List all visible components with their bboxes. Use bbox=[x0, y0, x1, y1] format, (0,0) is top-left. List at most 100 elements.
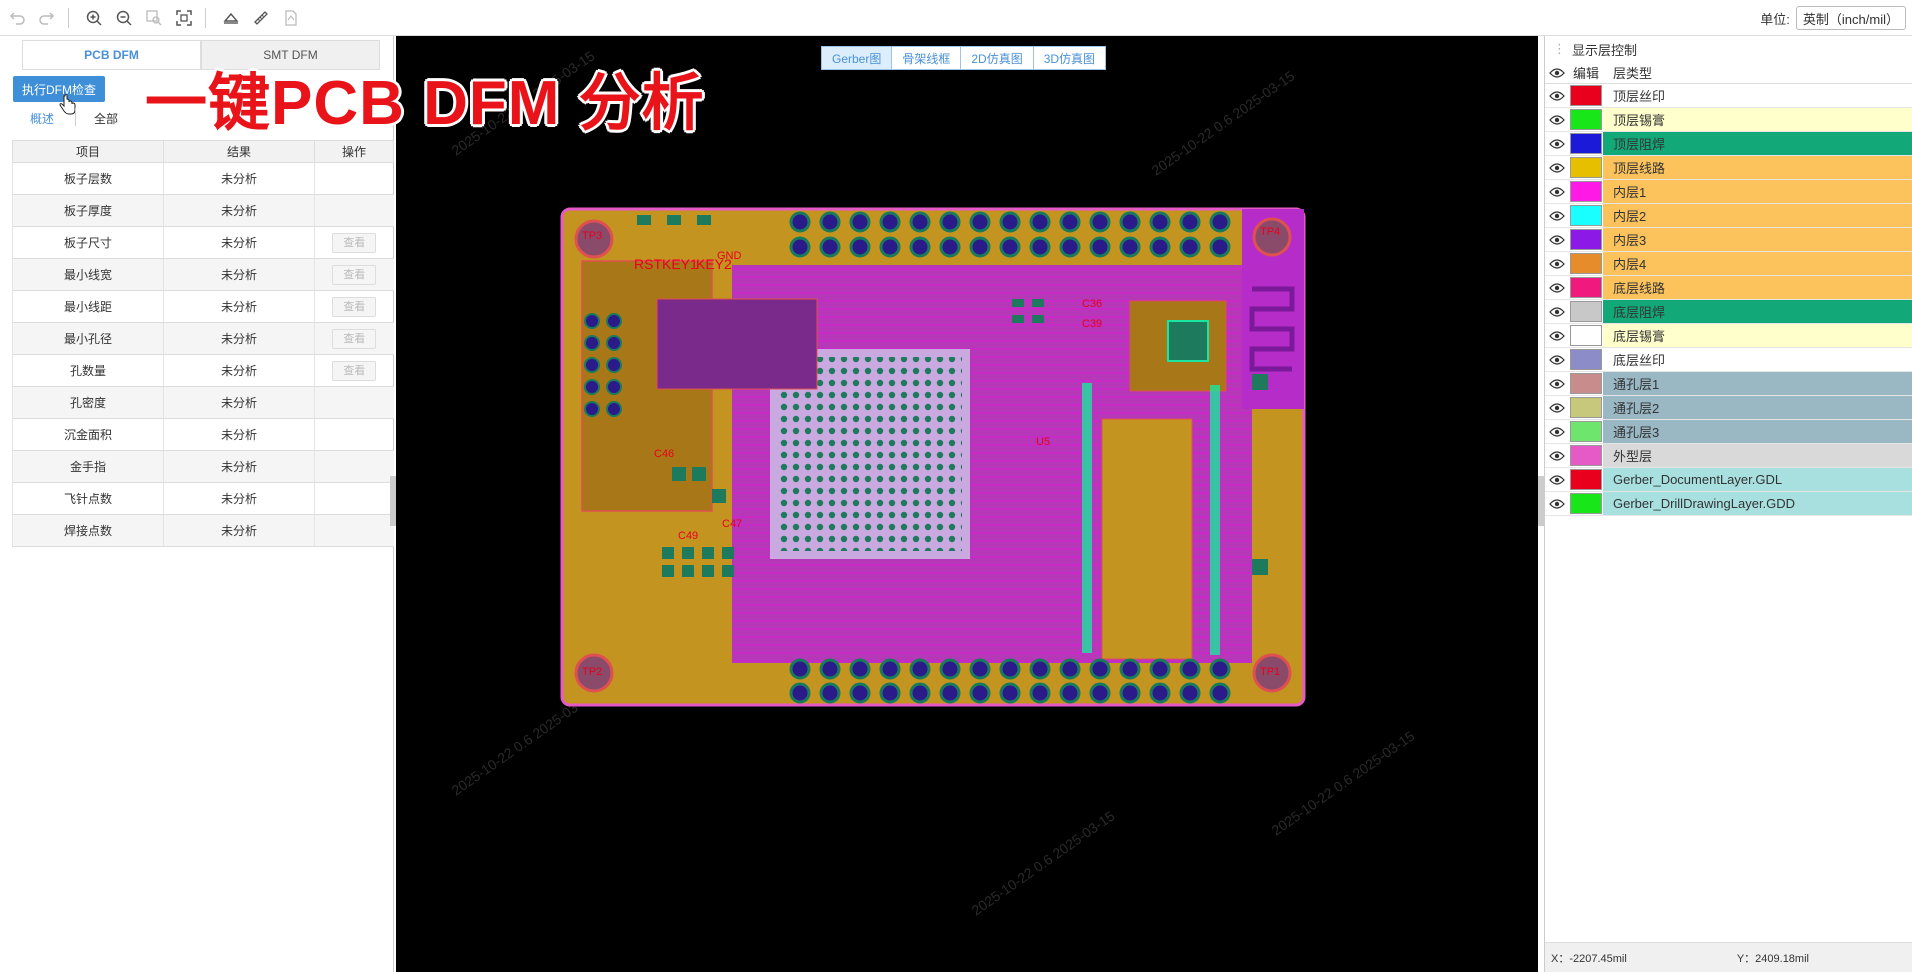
layer-row[interactable]: 内层1 bbox=[1545, 180, 1912, 204]
layer-color-picker[interactable] bbox=[1569, 301, 1603, 323]
pdf-icon[interactable] bbox=[278, 5, 304, 31]
zoom-in-icon[interactable] bbox=[81, 5, 107, 31]
layer-color-swatch bbox=[1570, 493, 1602, 514]
eye-icon[interactable] bbox=[1545, 138, 1569, 150]
cell-action: 查看 bbox=[314, 258, 394, 291]
cell-action bbox=[314, 482, 394, 515]
cell-result: 未分析 bbox=[163, 258, 315, 291]
drag-handle-icon: ⋮ bbox=[1553, 41, 1566, 56]
layer-color-picker[interactable] bbox=[1569, 253, 1603, 275]
view-button[interactable]: 查看 bbox=[332, 296, 377, 317]
layer-color-picker[interactable] bbox=[1569, 157, 1603, 179]
zoom-window-icon[interactable] bbox=[141, 5, 167, 31]
sub-tab-overview[interactable]: 概述 bbox=[30, 110, 54, 127]
layer-row[interactable]: 内层3 bbox=[1545, 228, 1912, 252]
layer-color-picker[interactable] bbox=[1569, 205, 1603, 227]
layer-color-picker[interactable] bbox=[1569, 397, 1603, 419]
view-button[interactable]: 查看 bbox=[332, 360, 377, 381]
layer-row[interactable]: Gerber_DocumentLayer.GDL bbox=[1545, 468, 1912, 492]
fit-view-icon[interactable] bbox=[171, 5, 197, 31]
layer-color-swatch bbox=[1570, 469, 1602, 490]
layer-row[interactable]: 底层丝印 bbox=[1545, 348, 1912, 372]
layer-row[interactable]: 内层2 bbox=[1545, 204, 1912, 228]
layer-row[interactable]: 通孔层1 bbox=[1545, 372, 1912, 396]
eye-icon[interactable] bbox=[1545, 426, 1569, 438]
view-button[interactable]: 查看 bbox=[332, 232, 377, 253]
tab-skeleton-wireframe[interactable]: 骨架线框 bbox=[891, 46, 962, 70]
pcb-canvas[interactable]: 2025-10-22 0.6 2025-03-15 2025-10-22 0.6… bbox=[396, 36, 1538, 972]
layer-color-picker[interactable] bbox=[1569, 181, 1603, 203]
pcb-label: C36 bbox=[1082, 298, 1102, 310]
layer-color-picker[interactable] bbox=[1569, 229, 1603, 251]
header-layer-type: 层类型 bbox=[1613, 66, 1653, 81]
layer-color-picker[interactable] bbox=[1569, 85, 1603, 107]
layer-color-picker[interactable] bbox=[1569, 133, 1603, 155]
pcb-label: GND bbox=[717, 250, 742, 262]
eye-icon[interactable] bbox=[1545, 162, 1569, 174]
layer-color-picker[interactable] bbox=[1569, 277, 1603, 299]
zoom-out-icon[interactable] bbox=[111, 5, 137, 31]
layer-color-picker[interactable] bbox=[1569, 373, 1603, 395]
layer-row[interactable]: 底层锡膏 bbox=[1545, 324, 1912, 348]
sub-tab-all[interactable]: 全部 bbox=[94, 110, 118, 127]
cell-result: 未分析 bbox=[163, 482, 315, 515]
eye-icon[interactable] bbox=[1545, 474, 1569, 486]
eye-icon[interactable] bbox=[1545, 402, 1569, 414]
layer-row[interactable]: 通孔层3 bbox=[1545, 420, 1912, 444]
cell-item: 孔密度 bbox=[12, 386, 164, 419]
eye-icon[interactable] bbox=[1545, 282, 1569, 294]
layer-row[interactable]: 底层阻焊 bbox=[1545, 300, 1912, 324]
eye-icon[interactable] bbox=[1545, 90, 1569, 102]
layer-row[interactable]: 外型层 bbox=[1545, 444, 1912, 468]
layer-color-picker[interactable] bbox=[1569, 493, 1603, 515]
unit-select[interactable]: 英制（inch/mil） bbox=[1795, 6, 1906, 30]
tab-gerber[interactable]: Gerber图 bbox=[821, 46, 893, 70]
table-row: 板子尺寸 未分析 查看 bbox=[12, 226, 394, 259]
tab-2d-simulation[interactable]: 2D仿真图 bbox=[960, 46, 1034, 70]
layer-color-picker[interactable] bbox=[1569, 109, 1603, 131]
eye-icon[interactable] bbox=[1545, 258, 1569, 270]
layer-row[interactable]: 底层线路 bbox=[1545, 276, 1912, 300]
table-row: 金手指 未分析 bbox=[12, 450, 394, 483]
cell-result: 未分析 bbox=[163, 418, 315, 451]
undo-icon[interactable] bbox=[4, 5, 30, 31]
layer-color-picker[interactable] bbox=[1569, 421, 1603, 443]
eye-icon[interactable] bbox=[1545, 498, 1569, 510]
eye-icon[interactable] bbox=[1545, 306, 1569, 318]
layer-row[interactable]: 顶层丝印 bbox=[1545, 84, 1912, 108]
pcb-label: RST bbox=[634, 256, 662, 272]
cell-action bbox=[314, 418, 394, 451]
layer-row[interactable]: 内层4 bbox=[1545, 252, 1912, 276]
layer-color-picker[interactable] bbox=[1569, 349, 1603, 371]
table-row: 孔数量 未分析 查看 bbox=[12, 354, 394, 387]
eye-icon[interactable] bbox=[1545, 234, 1569, 246]
eye-icon[interactable] bbox=[1545, 330, 1569, 342]
eye-icon[interactable] bbox=[1545, 114, 1569, 126]
layer-name: 顶层阻焊 bbox=[1603, 132, 1912, 155]
layer-row[interactable]: 顶层阻焊 bbox=[1545, 132, 1912, 156]
cell-result: 未分析 bbox=[163, 514, 315, 547]
measure-icon[interactable] bbox=[248, 5, 274, 31]
left-splitter-handle[interactable] bbox=[390, 476, 396, 526]
view-button[interactable]: 查看 bbox=[332, 328, 377, 349]
eye-icon[interactable] bbox=[1545, 354, 1569, 366]
eye-icon[interactable] bbox=[1545, 67, 1569, 79]
eye-icon[interactable] bbox=[1545, 186, 1569, 198]
layer-color-swatch bbox=[1570, 181, 1602, 202]
layer-row[interactable]: Gerber_DrillDrawingLayer.GDD bbox=[1545, 492, 1912, 516]
layer-row[interactable]: 通孔层2 bbox=[1545, 396, 1912, 420]
layer-row[interactable]: 顶层锡膏 bbox=[1545, 108, 1912, 132]
eye-icon[interactable] bbox=[1545, 378, 1569, 390]
stack-icon[interactable] bbox=[218, 5, 244, 31]
layer-row[interactable]: 顶层线路 bbox=[1545, 156, 1912, 180]
redo-icon[interactable] bbox=[34, 5, 60, 31]
eye-icon[interactable] bbox=[1545, 210, 1569, 222]
layer-color-picker[interactable] bbox=[1569, 325, 1603, 347]
layer-color-picker[interactable] bbox=[1569, 445, 1603, 467]
tab-3d-simulation[interactable]: 3D仿真图 bbox=[1032, 46, 1107, 70]
view-button[interactable]: 查看 bbox=[332, 264, 377, 285]
cell-item: 飞针点数 bbox=[12, 482, 164, 515]
eye-icon[interactable] bbox=[1545, 450, 1569, 462]
layer-color-swatch bbox=[1570, 133, 1602, 154]
layer-color-picker[interactable] bbox=[1569, 469, 1603, 491]
